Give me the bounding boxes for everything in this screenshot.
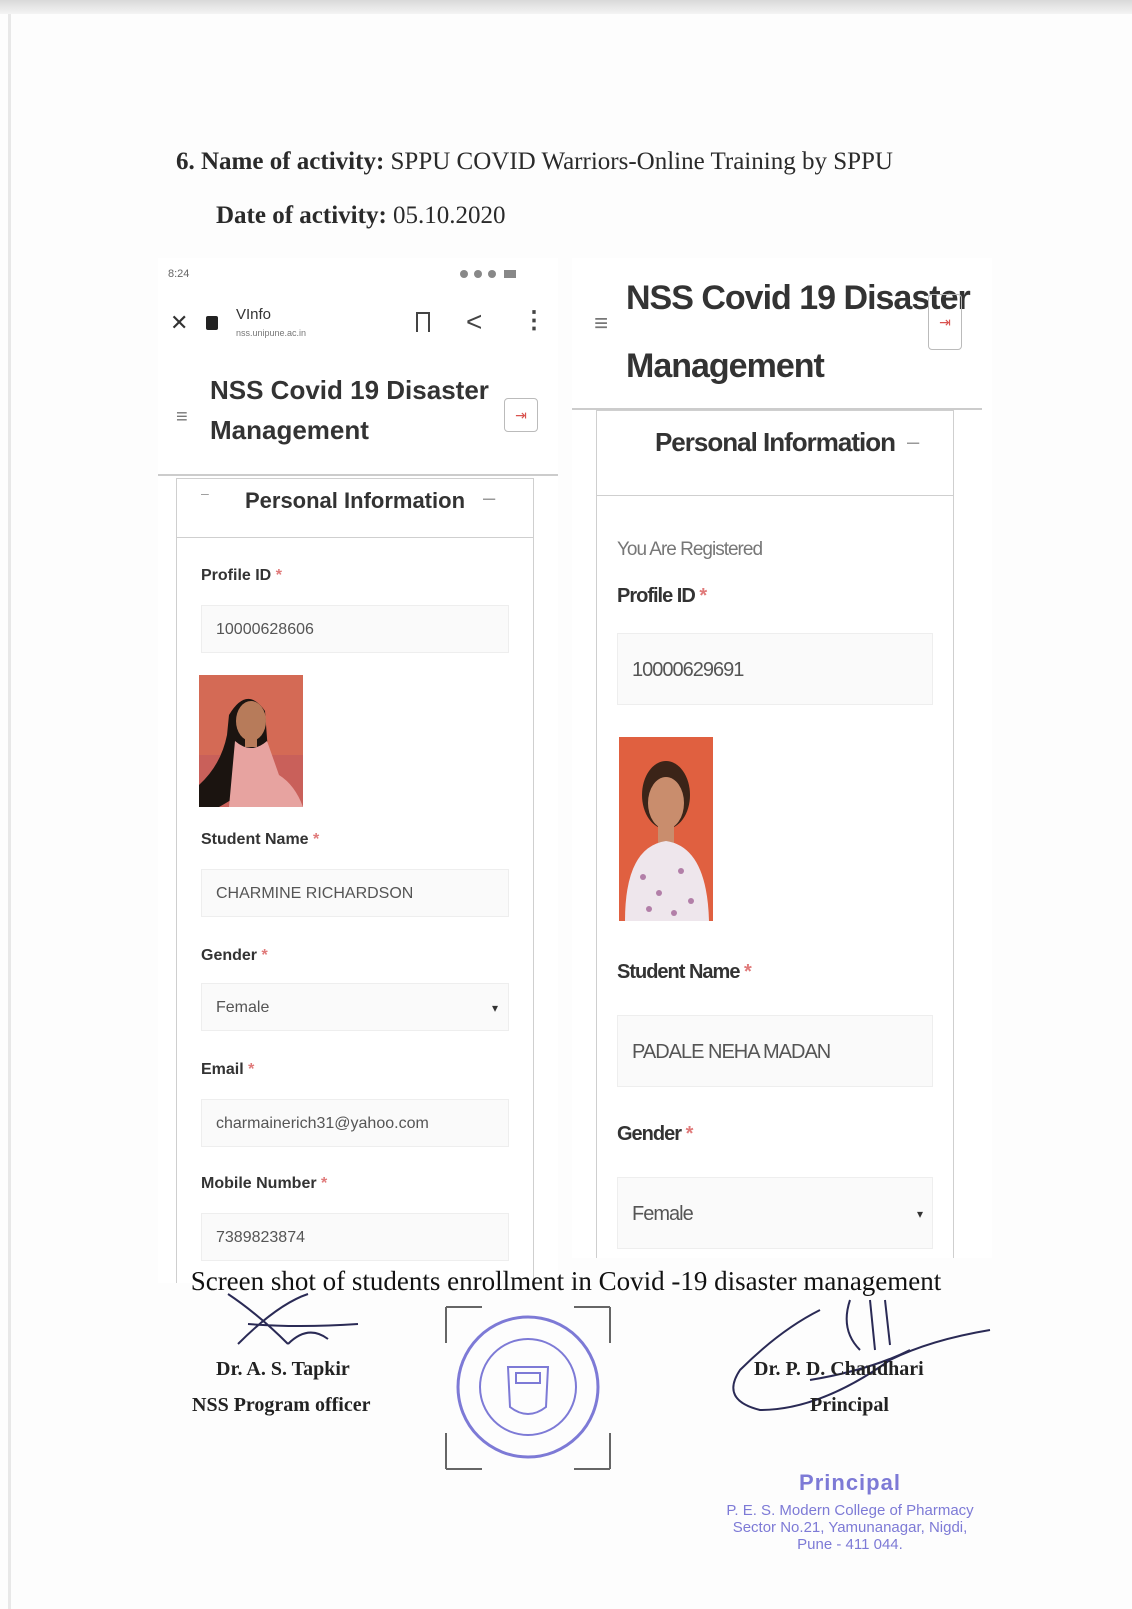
collapse-icon[interactable]: –: [907, 429, 919, 455]
section-title: Personal Information: [597, 411, 953, 496]
activity-name-label: Name of activity:: [201, 148, 385, 175]
student-photo: [619, 737, 713, 921]
profile-id-field[interactable]: 10000629691: [617, 633, 933, 705]
student-name-label: Student Name *: [617, 961, 752, 983]
chevron-down-icon: ▾: [491, 1001, 498, 1015]
registered-message: You Are Registered: [617, 539, 763, 560]
browser-toolbar: ✕ VInfo nss.unipune.ac.in < ⋮: [158, 298, 558, 354]
activity-number: 6.: [176, 148, 195, 175]
close-icon[interactable]: ✕: [170, 310, 188, 336]
app-title-line2: Management: [626, 347, 825, 385]
share-icon[interactable]: <: [466, 306, 482, 338]
college-seal: [442, 1303, 614, 1473]
header-divider: [158, 474, 558, 476]
scan-top-edge: [0, 0, 1132, 14]
right-signatory-role: Principal: [810, 1394, 889, 1416]
mobile-number-label: Mobile Number *: [201, 1175, 328, 1192]
right-phone-screenshot: ≡ NSS Covid 19 Disaster Management ⇥ Per…: [572, 258, 992, 1258]
lock-icon: [206, 316, 218, 330]
gender-select[interactable]: Female ▾: [617, 1177, 933, 1249]
gender-label: Gender *: [201, 947, 268, 964]
right-signatory-name: Dr. P. D. Chaudhari: [754, 1358, 924, 1380]
principal-stamp-line1: P. E. S. Modern College of Pharmacy: [726, 1502, 974, 1519]
app-title-line2: Management: [210, 415, 369, 446]
student-name-field[interactable]: PADALE NEHA MADAN: [617, 1015, 933, 1087]
logout-icon[interactable]: ⇥: [504, 398, 538, 432]
left-phone-screenshot: 8:24 ✕ VInfo nss.unipune.ac.in < ⋮ ≡ NSS…: [158, 258, 558, 1283]
email-label: Email *: [201, 1061, 255, 1078]
activity-date-value: 05.10.2020: [393, 202, 506, 229]
collapse-icon[interactable]: –: [483, 485, 495, 511]
mobile-number-field[interactable]: 7389823874: [201, 1213, 509, 1261]
app-title: NSS Covid 19 Disaster Management: [210, 370, 489, 451]
activity-date-label: Date of activity:: [216, 202, 387, 229]
email-field[interactable]: charmainerich31@yahoo.com: [201, 1099, 509, 1147]
activity-name-line: 6. Name of activity: SPPU COVID Warriors…: [176, 148, 893, 176]
site-url: nss.unipune.ac.in: [236, 328, 307, 338]
gender-select-value: Female: [632, 1203, 694, 1225]
student-name-field[interactable]: CHARMINE RICHARDSON: [201, 869, 509, 917]
bookmark-icon[interactable]: [416, 312, 430, 332]
app-title-line1: NSS Covid 19 Disaster: [210, 375, 489, 405]
gender-label: Gender *: [617, 1123, 693, 1145]
left-signatory-role: NSS Program officer: [192, 1394, 371, 1416]
personal-info-card: Personal Information – – Profile ID * 10…: [176, 478, 534, 1283]
collapse-left-mark: –: [201, 485, 209, 501]
hamburger-menu-icon[interactable]: ≡: [594, 310, 608, 338]
status-time: 8:24: [168, 268, 190, 280]
principal-stamp-line2: Sector No.21, Yamunanagar, Nigdi,: [732, 1519, 968, 1536]
section-title: Personal Information: [177, 479, 533, 538]
activity-name-value: SPPU COVID Warriors-Online Training by S…: [390, 148, 893, 175]
profile-id-field[interactable]: 10000628606: [201, 605, 509, 653]
principal-stamp-line3: Pune - 411 044.: [797, 1536, 903, 1553]
hamburger-menu-icon[interactable]: ≡: [176, 406, 188, 429]
personal-info-card: Personal Information – You Are Registere…: [596, 410, 954, 1258]
gender-select-value: Female: [216, 999, 270, 1016]
chevron-down-icon: ▾: [916, 1207, 923, 1221]
profile-id-label: Profile ID *: [617, 585, 707, 607]
gender-select[interactable]: Female ▾: [201, 983, 509, 1031]
principal-stamp: Principal P. E. S. Modern College of Pha…: [680, 1470, 1020, 1553]
signature-left: [227, 1293, 359, 1345]
left-signatory-name: Dr. A. S. Tapkir: [216, 1358, 350, 1380]
logout-icon[interactable]: ⇥: [928, 294, 962, 350]
status-icons: [458, 268, 538, 283]
app-title: NSS Covid 19 Disaster Management: [626, 264, 971, 400]
student-photo: [199, 675, 303, 807]
more-menu-icon[interactable]: ⋮: [522, 306, 546, 335]
app-title-line1: NSS Covid 19 Disaster: [626, 279, 971, 317]
scan-left-edge: [8, 14, 11, 1609]
principal-stamp-title: Principal: [799, 1470, 901, 1495]
profile-id-label: Profile ID *: [201, 567, 282, 584]
student-name-label: Student Name *: [201, 831, 320, 848]
site-name: VInfo: [236, 306, 272, 323]
activity-date-line: Date of activity: 05.10.2020: [216, 202, 506, 230]
